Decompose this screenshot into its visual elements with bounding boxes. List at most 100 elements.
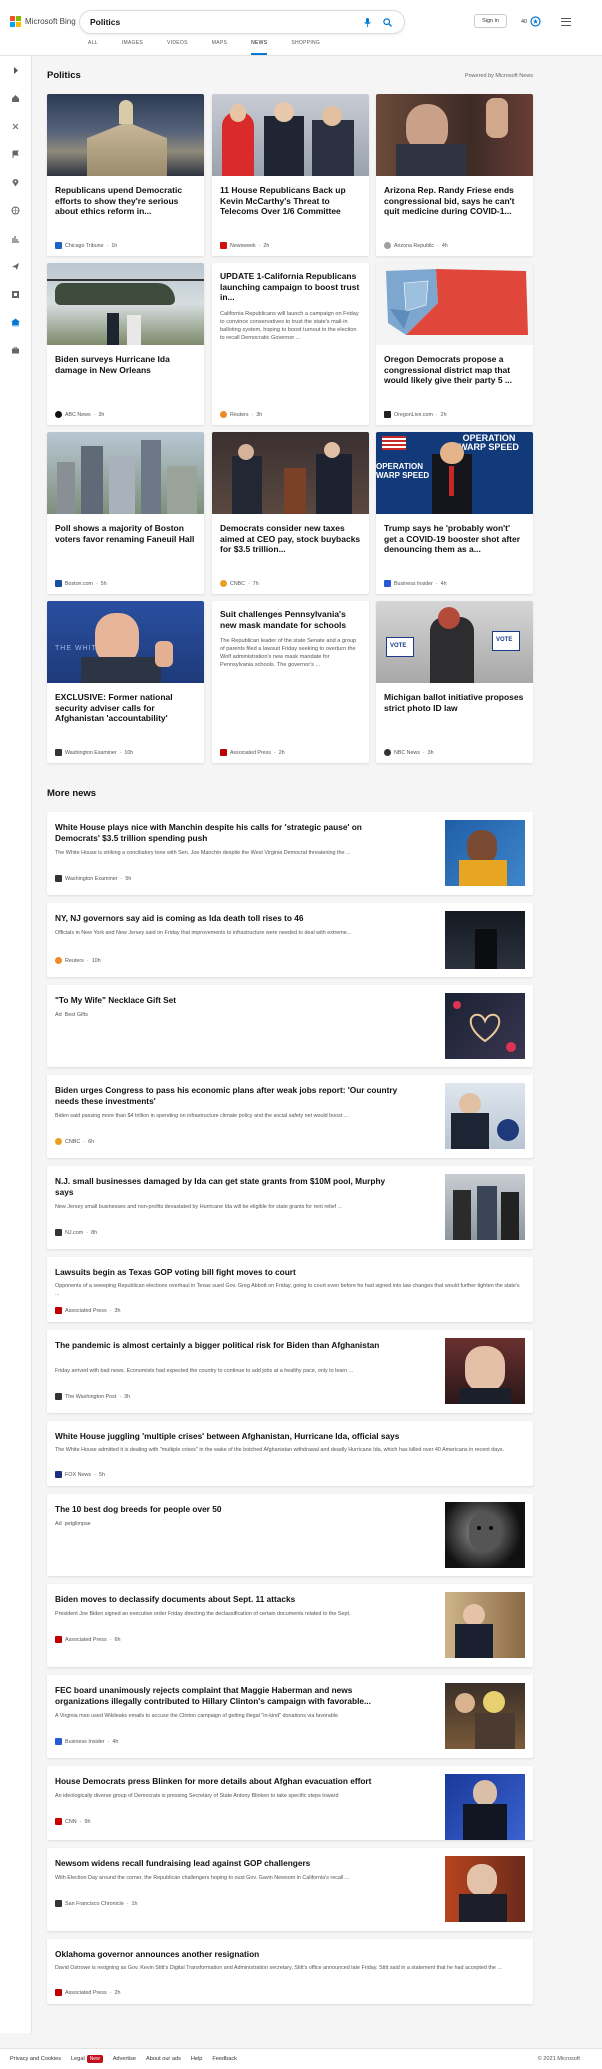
row-source: Reuters · 10h bbox=[55, 957, 101, 964]
news-card[interactable]: Poll shows a majority of Boston voters f… bbox=[47, 432, 204, 594]
news-card[interactable]: Biden surveys Hurricane Ida damage in Ne… bbox=[47, 263, 204, 425]
card-source: CNBC · 7h bbox=[220, 580, 259, 587]
news-row[interactable]: Newsom widens recall fundraising lead ag… bbox=[47, 1848, 533, 1931]
card-title: Democrats consider new taxes aimed at CE… bbox=[220, 523, 361, 554]
news-row[interactable]: Biden moves to declassify documents abou… bbox=[47, 1584, 533, 1667]
news-row[interactable]: White House plays nice with Manchin desp… bbox=[47, 812, 533, 895]
row-title: Newsom widens recall fundraising lead ag… bbox=[55, 1858, 311, 1868]
operation-banner-text-2: OPERATION WARP SPEED bbox=[376, 462, 430, 480]
powered-by[interactable]: Powered by Microsoft News bbox=[465, 73, 533, 79]
news-card[interactable]: Oregon Democrats propose a congressional… bbox=[376, 263, 533, 425]
grid-icon[interactable] bbox=[9, 288, 22, 301]
news-row[interactable]: NY, NJ governors say aid is coming as Id… bbox=[47, 903, 533, 977]
row-snippet: President Joe Biden signed an executive … bbox=[55, 1611, 351, 1617]
source-logo-icon bbox=[220, 242, 227, 249]
card-source: Arizona Republic · 4h bbox=[384, 242, 448, 249]
source-logo-icon bbox=[55, 242, 62, 249]
row-title: N.J. small businesses damaged by Ida can… bbox=[55, 1176, 386, 1197]
row-source: CNN · 9h bbox=[55, 1818, 90, 1825]
row-title: FEC board unanimously rejects complaint … bbox=[55, 1685, 371, 1706]
news-card[interactable]: UPDATE 1-California Republicans launchin… bbox=[212, 263, 369, 425]
bing-logo[interactable]: Microsoft Bing bbox=[10, 16, 76, 27]
tab-images[interactable]: IMAGES bbox=[122, 40, 143, 55]
source-logo-icon bbox=[55, 749, 62, 756]
card-source: Business Insider · 4h bbox=[384, 580, 447, 587]
plane-icon[interactable] bbox=[9, 260, 22, 273]
briefcase-icon[interactable] bbox=[9, 344, 22, 357]
row-snippet: David Ostrowe is resigning as Gov. Kevin… bbox=[55, 1965, 502, 1971]
search-query[interactable]: Politics bbox=[90, 17, 354, 27]
brand-name: Microsoft Bing bbox=[25, 17, 76, 26]
news-card[interactable]: Arizona Rep. Randy Friese ends congressi… bbox=[376, 94, 533, 256]
footer-link-feedback[interactable]: Feedback bbox=[212, 2056, 237, 2062]
globe-icon[interactable] bbox=[9, 204, 22, 217]
ad-label: Ad bbox=[55, 1012, 62, 1018]
news-card[interactable]: 11 House Republicans Back up Kevin McCar… bbox=[212, 94, 369, 256]
source-logo-icon bbox=[55, 1471, 62, 1478]
row-source: Associated Press · 6h bbox=[55, 1636, 120, 1643]
row-thumbnail bbox=[445, 1502, 525, 1568]
news-card[interactable]: VOTE VOTE Michigan ballot initiative pro… bbox=[376, 601, 533, 763]
news-row[interactable]: Lawsuits begin as Texas GOP voting bill … bbox=[47, 1257, 533, 1322]
card-title: Suit challenges Pennsylvania's new mask … bbox=[220, 609, 347, 630]
news-row[interactable]: House Democrats press Blinken for more d… bbox=[47, 1766, 533, 1840]
news-row[interactable]: FEC board unanimously rejects complaint … bbox=[47, 1675, 533, 1758]
card-title: UPDATE 1-California Republicans launchin… bbox=[220, 271, 360, 302]
news-row[interactable]: White House juggling 'multiple crises' b… bbox=[47, 1421, 533, 1486]
row-snippet: With Election Day around the corner, the… bbox=[55, 1875, 350, 1881]
sign-in-button[interactable]: Sign in bbox=[474, 14, 507, 28]
source-logo-icon bbox=[384, 580, 391, 587]
ad-row[interactable]: The 10 best dog breeds for people over 5… bbox=[47, 1494, 533, 1576]
tab-news[interactable]: NEWS bbox=[251, 40, 268, 55]
hamburger-menu-icon[interactable] bbox=[561, 15, 571, 28]
tab-all[interactable]: ALL bbox=[88, 40, 98, 55]
ad-source: Ad petglimpse bbox=[55, 1521, 91, 1527]
footer-link-advertise[interactable]: Advertise bbox=[113, 2056, 136, 2062]
source-logo-icon bbox=[55, 1738, 62, 1745]
news-card[interactable]: OPERATION WARP SPEED OPERATION WARP SPEE… bbox=[376, 432, 533, 594]
row-source: Washington Examiner · 5h bbox=[55, 875, 131, 882]
news-row[interactable]: N.J. small businesses damaged by Ida can… bbox=[47, 1166, 533, 1249]
news-card[interactable]: THE WHITE HOUSE EXCLUSIVE: Former nation… bbox=[47, 601, 204, 763]
home-icon[interactable] bbox=[9, 92, 22, 105]
compass-icon[interactable] bbox=[9, 120, 22, 133]
source-logo-icon bbox=[220, 749, 227, 756]
tab-maps[interactable]: MAPS bbox=[212, 40, 227, 55]
tab-shopping[interactable]: SHOPPING bbox=[291, 40, 320, 55]
microphone-icon[interactable] bbox=[360, 15, 374, 29]
location-icon[interactable] bbox=[9, 176, 22, 189]
row-thumbnail bbox=[445, 993, 525, 1059]
row-title: White House juggling 'multiple crises' b… bbox=[55, 1431, 400, 1441]
news-row[interactable]: The pandemic is almost certainly a bigge… bbox=[47, 1330, 533, 1413]
search-box[interactable]: Politics bbox=[80, 11, 404, 33]
news-card[interactable]: Democrats consider new taxes aimed at CE… bbox=[212, 432, 369, 594]
source-logo-icon bbox=[55, 1989, 62, 1996]
expand-icon[interactable] bbox=[9, 64, 22, 77]
tab-videos[interactable]: VIDEOS bbox=[167, 40, 188, 55]
footer-link-about-ads[interactable]: About our ads bbox=[146, 2056, 181, 2062]
row-thumbnail bbox=[445, 820, 525, 886]
sidebar bbox=[0, 56, 32, 2033]
ad-label: Ad bbox=[55, 1521, 62, 1527]
row-title: "To My Wife" Necklace Gift Set bbox=[55, 995, 177, 1005]
news-card[interactable]: Suit challenges Pennsylvania's new mask … bbox=[212, 601, 369, 763]
footer-link-help[interactable]: Help bbox=[191, 2056, 203, 2062]
search-icon[interactable] bbox=[380, 15, 394, 29]
row-title: White House plays nice with Manchin desp… bbox=[55, 822, 362, 843]
bank-icon[interactable] bbox=[9, 316, 22, 329]
card-source: Boston.com · 5h bbox=[55, 580, 107, 587]
district-map bbox=[386, 269, 528, 335]
more-news-title: More news bbox=[47, 788, 97, 799]
rewards-points[interactable]: 40 bbox=[521, 16, 541, 27]
news-card[interactable]: Republicans upend Democratic efforts to … bbox=[47, 94, 204, 256]
news-row[interactable]: Biden urges Congress to pass his economi… bbox=[47, 1075, 533, 1158]
footer-link-privacy[interactable]: Privacy and Cookies bbox=[10, 2056, 61, 2062]
news-row[interactable]: Oklahoma governor announces another resi… bbox=[47, 1939, 533, 2004]
ad-row[interactable]: "To My Wife" Necklace Gift Set Ad Best Gi… bbox=[47, 985, 533, 1067]
row-source: Business Insider · 4h bbox=[55, 1738, 118, 1745]
chart-icon[interactable] bbox=[9, 232, 22, 245]
row-title: Biden urges Congress to pass his economi… bbox=[55, 1085, 398, 1106]
footer-link-legal[interactable]: Legal New bbox=[71, 2055, 103, 2063]
rewards-icon bbox=[530, 16, 541, 27]
flag-icon[interactable] bbox=[9, 148, 22, 161]
